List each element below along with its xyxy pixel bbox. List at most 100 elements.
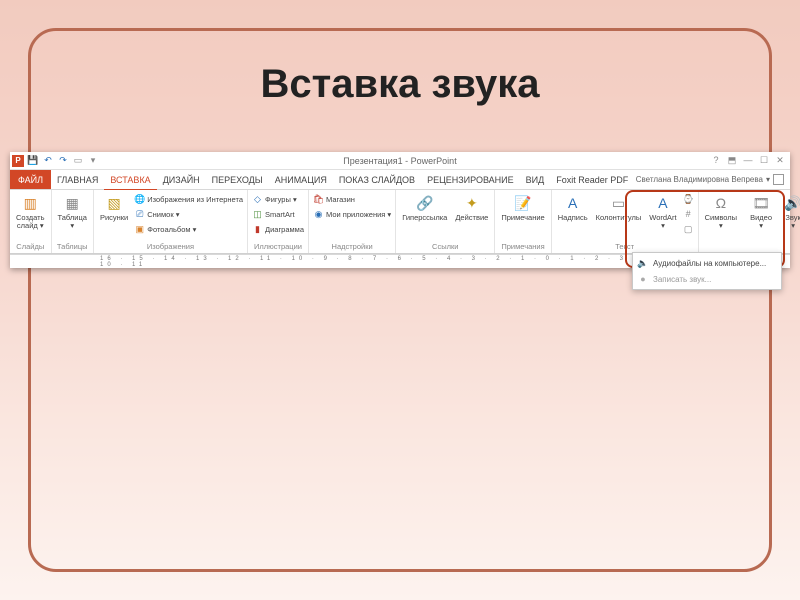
table-icon: ▦ — [62, 193, 82, 213]
tab-home[interactable]: ГЛАВНАЯ — [51, 170, 104, 189]
redo-icon[interactable]: ↷ — [57, 155, 69, 167]
tab-design[interactable]: ДИЗАЙН — [157, 170, 206, 189]
object-icon: ▢ — [683, 224, 694, 235]
tab-foxit[interactable]: Foxit Reader PDF — [550, 170, 634, 189]
chart-button[interactable]: ▮Диаграмма — [251, 222, 305, 236]
action-icon: ✦ — [462, 193, 482, 213]
minimize-icon[interactable]: — — [742, 155, 754, 166]
ribbon-options-icon[interactable]: ⬒ — [726, 155, 738, 166]
screenshot-icon: ⎚ — [134, 209, 145, 220]
header-footer-button[interactable]: ▭ Колонтитулы — [593, 192, 645, 223]
group-illustrations: ◇Фигуры ▾ ◫SmartArt ▮Диаграмма Иллюстрац… — [248, 190, 309, 253]
video-icon: 🎞 — [751, 193, 771, 213]
group-links: 🔗 Гиперссылка ✦ Действие Ссылки — [396, 190, 495, 253]
apps-icon: ◉ — [313, 209, 324, 220]
group-images: ▧ Рисунки 🌐Изображения из Интернета ⎚Сни… — [94, 190, 248, 253]
speaker-icon: 🔊 — [783, 193, 800, 213]
group-symbols: Ω Символы▾ — [699, 190, 743, 253]
close-icon[interactable]: ✕ — [774, 155, 786, 166]
smartart-button[interactable]: ◫SmartArt — [251, 207, 305, 221]
textbox-button[interactable]: A Надпись — [555, 192, 591, 223]
photo-album-button[interactable]: ▣Фотоальбом ▾ — [133, 222, 244, 236]
audio-from-file-item[interactable]: 🔈 Аудиофайлы на компьютере... — [633, 255, 781, 271]
qat-customize-icon[interactable]: ▾ — [87, 155, 99, 167]
header-footer-icon: ▭ — [608, 193, 628, 213]
user-chevron-icon: ▾ — [766, 175, 770, 184]
speaker-icon: 🔈 — [637, 257, 649, 269]
record-icon: ● — [637, 273, 649, 285]
quick-access-toolbar: P 💾 ↶ ↷ ▭ ▾ — [10, 155, 99, 167]
title-bar: P 💾 ↶ ↷ ▭ ▾ Презентация1 - PowerPoint ? … — [10, 152, 790, 170]
video-button[interactable]: 🎞 Видео▾ — [746, 192, 776, 231]
record-audio-item[interactable]: ● Записать звук... — [633, 271, 781, 287]
undo-icon[interactable]: ↶ — [42, 155, 54, 167]
signed-in-user[interactable]: Светлана Владимировна Вепрева ▾ — [636, 170, 790, 189]
powerpoint-window: P 💾 ↶ ↷ ▭ ▾ Презентация1 - PowerPoint ? … — [10, 152, 790, 268]
window-controls: ? ⬒ — ☐ ✕ — [710, 155, 790, 166]
slide-number-button[interactable]: # — [682, 207, 695, 221]
group-label: Изображения — [97, 241, 244, 253]
tab-transitions[interactable]: ПЕРЕХОДЫ — [206, 170, 269, 189]
online-images-button[interactable]: 🌐Изображения из Интернета — [133, 192, 244, 206]
audio-button[interactable]: 🔊 Звук▾ — [778, 192, 800, 231]
group-label: Примечания — [498, 241, 547, 253]
group-label: Иллюстрации — [251, 241, 305, 253]
slideshow-icon[interactable]: ▭ — [72, 155, 84, 167]
wordart-icon: A — [653, 193, 673, 213]
shapes-button[interactable]: ◇Фигуры ▾ — [251, 192, 305, 206]
ribbon-tabs: ФАЙЛ ГЛАВНАЯ ВСТАВКА ДИЗАЙН ПЕРЕХОДЫ АНИ… — [10, 170, 790, 190]
hyperlink-icon: 🔗 — [415, 193, 435, 213]
object-button[interactable]: ▢ — [682, 222, 695, 236]
group-slides: ▥ Создатьслайд ▾ Слайды — [10, 190, 52, 253]
powerpoint-logo-icon: P — [12, 155, 24, 167]
group-label: Ссылки — [399, 241, 491, 253]
tab-animation[interactable]: АНИМАЦИЯ — [269, 170, 333, 189]
group-label: Надстройки — [312, 241, 392, 253]
symbols-button[interactable]: Ω Символы▾ — [702, 192, 740, 231]
group-media: 🎞 Видео▾ 🔊 Звук▾ ⏺ Записьэкрана — [743, 190, 800, 253]
user-name: Светлана Владимировна Вепрева — [636, 175, 763, 184]
group-text: A Надпись ▭ Колонтитулы A WordArt▾ ⌚ # ▢… — [552, 190, 699, 253]
help-icon[interactable]: ? — [710, 155, 722, 166]
tab-file[interactable]: ФАЙЛ — [10, 170, 51, 189]
window-title: Презентация1 - PowerPoint — [343, 156, 456, 166]
comment-button[interactable]: 📝 Примечание — [498, 192, 547, 223]
ribbon: ▥ Создатьслайд ▾ Слайды ▦ Таблица▾ Табли… — [10, 190, 790, 254]
my-apps-button[interactable]: ◉Мои приложения ▾ — [312, 207, 392, 221]
avatar-icon — [773, 174, 784, 185]
comment-icon: 📝 — [513, 193, 533, 213]
tab-review[interactable]: РЕЦЕНЗИРОВАНИЕ — [421, 170, 520, 189]
group-comments: 📝 Примечание Примечания — [495, 190, 551, 253]
hyperlink-button[interactable]: 🔗 Гиперссылка — [399, 192, 450, 223]
shapes-icon: ◇ — [252, 194, 263, 205]
table-button[interactable]: ▦ Таблица▾ — [55, 192, 90, 231]
tab-slideshow[interactable]: ПОКАЗ СЛАЙДОВ — [333, 170, 421, 189]
action-button[interactable]: ✦ Действие — [452, 192, 491, 223]
pictures-button[interactable]: ▧ Рисунки — [97, 192, 131, 223]
store-icon: 🛍 — [313, 194, 324, 205]
datetime-button[interactable]: ⌚ — [682, 192, 695, 206]
slide-frame — [28, 28, 772, 572]
group-addins: 🛍Магазин ◉Мои приложения ▾ Надстройки — [309, 190, 396, 253]
maximize-icon[interactable]: ☐ — [758, 155, 770, 166]
wordart-button[interactable]: A WordArt▾ — [646, 192, 679, 231]
smartart-icon: ◫ — [252, 209, 263, 220]
audio-dropdown-menu: 🔈 Аудиофайлы на компьютере... ● Записать… — [632, 252, 782, 290]
slide-title: Вставка звука — [0, 62, 800, 107]
group-label: Таблицы — [55, 241, 90, 253]
slide-number-icon: # — [683, 209, 694, 220]
omega-icon: Ω — [711, 193, 731, 213]
datetime-icon: ⌚ — [683, 194, 694, 205]
new-slide-button[interactable]: ▥ Создатьслайд ▾ — [13, 192, 48, 231]
globe-icon: 🌐 — [134, 194, 145, 205]
save-icon[interactable]: 💾 — [27, 155, 39, 167]
screenshot-button[interactable]: ⎚Снимок ▾ — [133, 207, 244, 221]
tab-view[interactable]: ВИД — [520, 170, 551, 189]
pictures-icon: ▧ — [104, 193, 124, 213]
group-label: Слайды — [13, 241, 48, 253]
tab-insert[interactable]: ВСТАВКА — [104, 170, 156, 190]
chart-icon: ▮ — [252, 224, 263, 235]
textbox-icon: A — [563, 193, 583, 213]
group-tables: ▦ Таблица▾ Таблицы — [52, 190, 94, 253]
store-button[interactable]: 🛍Магазин — [312, 192, 392, 206]
